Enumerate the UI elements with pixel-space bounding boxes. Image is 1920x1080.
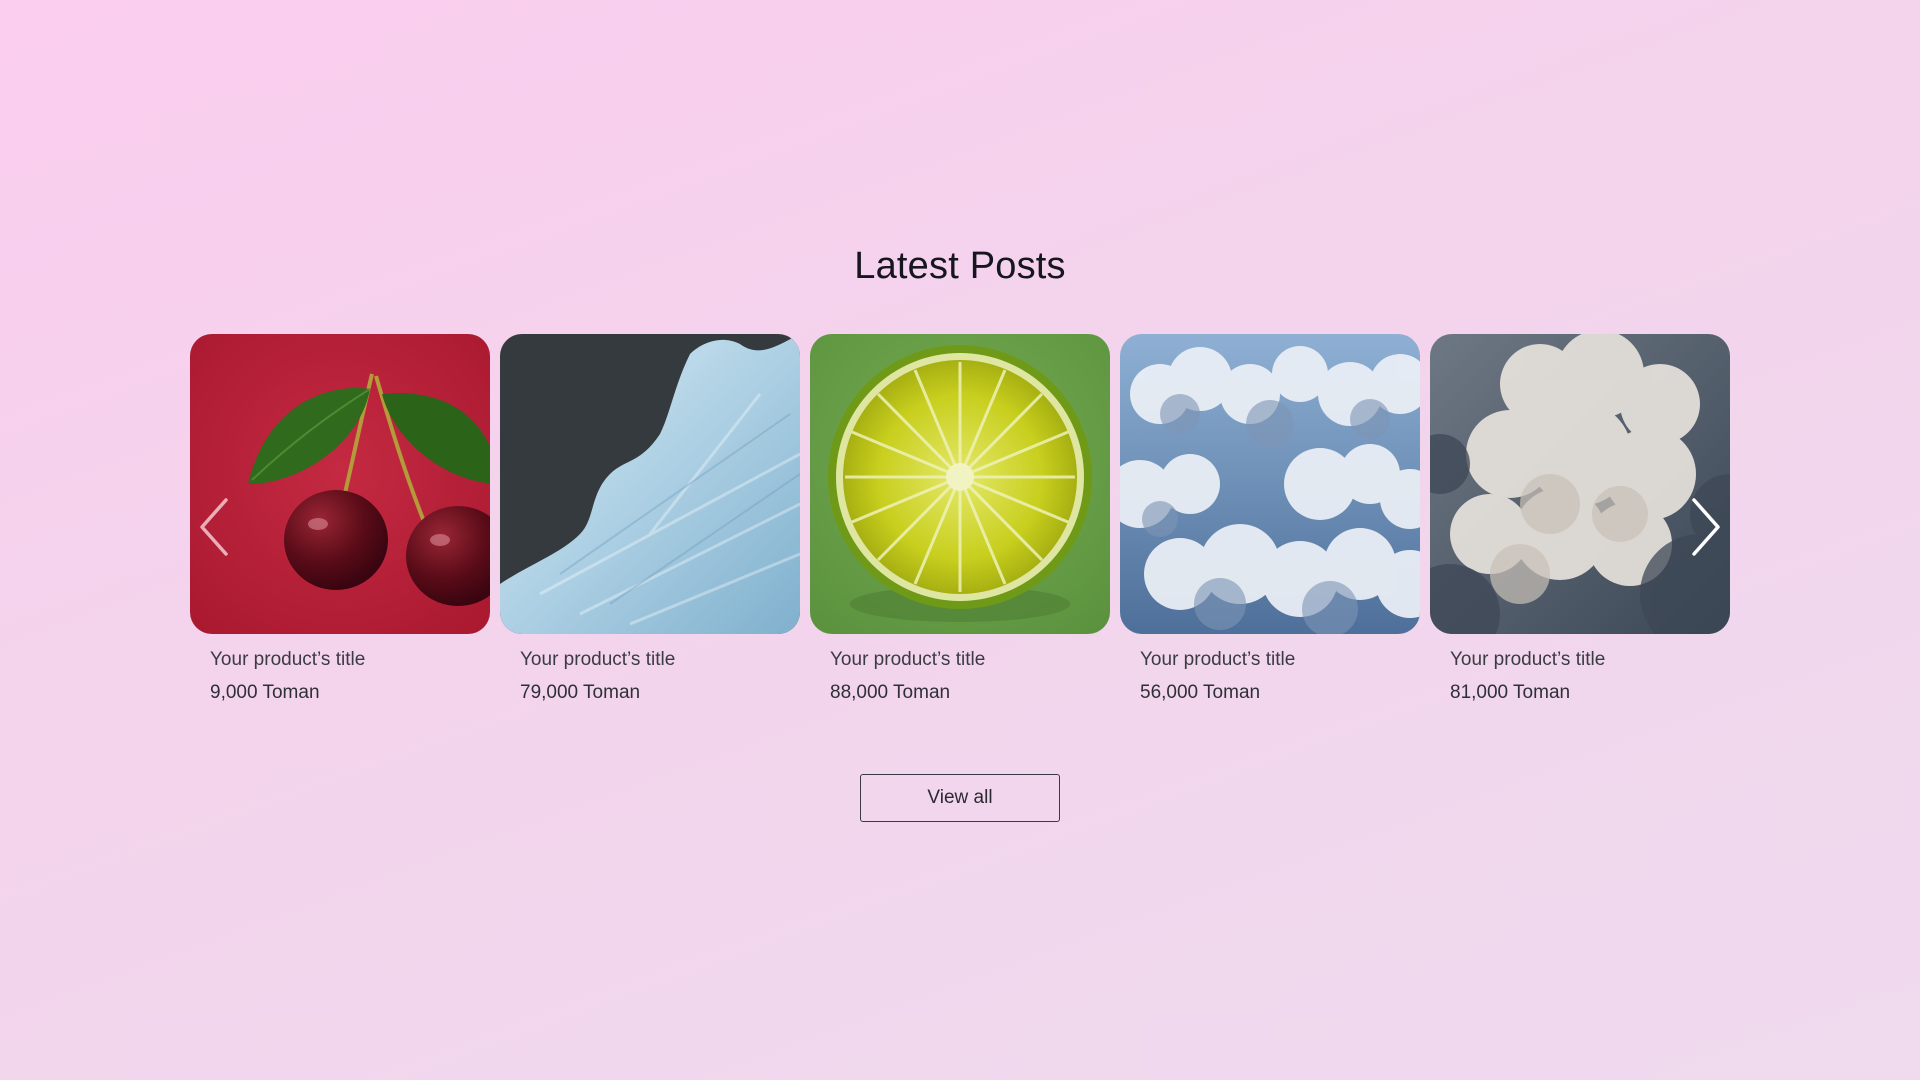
carousel-prev-button[interactable] [196, 494, 236, 560]
product-image-storm-clouds[interactable] [1430, 334, 1730, 634]
product-price: 79,000 Toman [520, 682, 641, 703]
product-price: 56,000 Toman [1140, 682, 1261, 703]
product-title[interactable]: Your product’s title [520, 648, 800, 672]
product-card[interactable]: Your product’s title 56,000 Toman [1120, 334, 1420, 714]
product-card[interactable]: Your product’s title 79,000 Toman [500, 334, 800, 714]
product-card[interactable]: Your product’s title 88,000 Toman [810, 334, 1110, 714]
product-title[interactable]: Your product’s title [1450, 648, 1730, 672]
product-price: 9,000 Toman [210, 682, 320, 703]
product-price: 81,000 Toman [1450, 682, 1571, 703]
carousel-next-button[interactable] [1684, 494, 1724, 560]
product-title[interactable]: Your product’s title [830, 648, 1110, 672]
product-image-cherries[interactable] [190, 334, 490, 634]
product-title[interactable]: Your product’s title [1140, 648, 1420, 672]
product-image-ice[interactable] [500, 334, 800, 634]
product-image-lime[interactable] [810, 334, 1110, 634]
chevron-right-icon [1692, 498, 1720, 556]
product-title[interactable]: Your product’s title [210, 648, 490, 672]
chevron-left-icon [200, 498, 228, 556]
product-price: 88,000 Toman [830, 682, 951, 703]
product-image-sky-clouds[interactable] [1120, 334, 1420, 634]
product-carousel: Your product’s title 9,000 Toman Your pr… [190, 334, 1730, 714]
section-heading: Latest Posts [854, 245, 1066, 287]
view-all-button[interactable]: View all [860, 774, 1060, 822]
latest-posts-section: Latest Posts Your product’s title 9,000 … [0, 0, 1920, 1080]
